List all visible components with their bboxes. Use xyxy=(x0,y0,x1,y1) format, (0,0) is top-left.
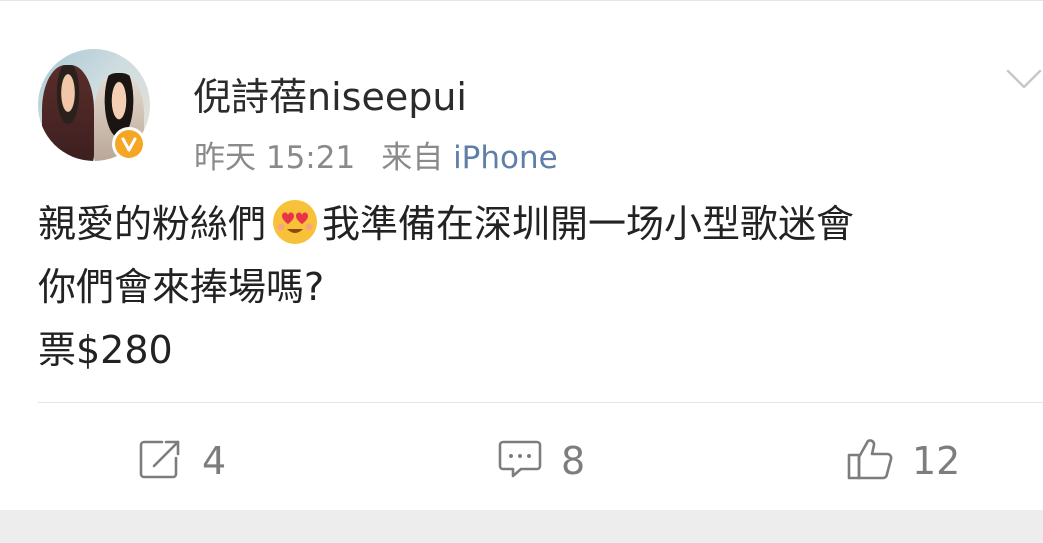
post-text-line-3: 票$280 xyxy=(38,328,173,372)
like-button[interactable]: 12 xyxy=(846,433,960,489)
post-text: 親愛的粉絲們 我準備在深圳開一场小型歌迷會 你們會來捧場嗎? 票$280 xyxy=(38,193,854,382)
verified-badge-icon xyxy=(112,127,146,161)
like-count: 12 xyxy=(912,439,961,483)
avatar-person-left xyxy=(42,65,94,161)
source-prefix: 来自 xyxy=(381,140,444,176)
repost-icon xyxy=(138,438,184,484)
chevron-down-icon[interactable] xyxy=(1004,65,1043,95)
weibo-post-card: 倪詩蓓niseepui 昨天 15:21 来自 iPhone 親愛的粉絲們 我準備… xyxy=(0,0,1043,511)
username[interactable]: 倪詩蓓niseepui xyxy=(193,66,467,121)
divider xyxy=(38,402,1043,403)
post-meta: 昨天 15:21 来自 iPhone xyxy=(194,132,558,177)
timestamp: 昨天 15:21 xyxy=(194,140,356,176)
post-text-line-1: 親愛的粉絲們 我準備在深圳開一场小型歌迷會 xyxy=(38,193,854,256)
source-device-link[interactable]: iPhone xyxy=(453,140,558,176)
comment-button[interactable]: 8 xyxy=(497,433,585,489)
post-text-segment: 我準備在深圳開一场小型歌迷會 xyxy=(322,202,855,246)
repost-button[interactable]: 4 xyxy=(138,433,226,489)
feed-separator xyxy=(0,510,1043,543)
repost-count: 4 xyxy=(202,439,227,483)
comment-count: 8 xyxy=(561,439,586,483)
post-text-line-2: 你們會來捧場嗎? xyxy=(38,265,325,309)
thumbs-up-icon xyxy=(846,437,894,485)
post-text-segment: 親愛的粉絲們 xyxy=(38,202,267,246)
heart-eyes-emoji-icon xyxy=(270,197,320,247)
comment-icon xyxy=(497,438,543,484)
